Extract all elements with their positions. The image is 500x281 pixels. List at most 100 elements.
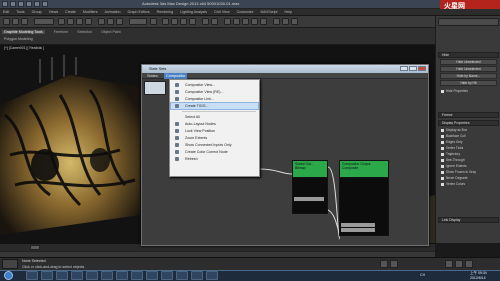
- menu-item-create-color-correct[interactable]: Create Color Correct Node: [171, 149, 258, 155]
- menu-animation[interactable]: Animation: [105, 9, 121, 16]
- menu-graph-editors[interactable]: Graph Editors: [128, 9, 150, 16]
- render-production-icon[interactable]: [291, 18, 298, 25]
- taskbar-media-icon[interactable]: [56, 271, 68, 280]
- maximize-icon[interactable]: [409, 66, 417, 71]
- viewport-label[interactable]: [+] [Camer001] [ Realistic ]: [4, 46, 44, 50]
- rendered-frame-window-icon[interactable]: [282, 18, 289, 25]
- checkbox-display-as-box[interactable]: Display as Box: [441, 128, 467, 132]
- redo-icon[interactable]: [42, 1, 48, 7]
- menu-item-compositor-link[interactable]: Compositor Link...: [171, 96, 258, 102]
- selection-filter-dropdown[interactable]: [34, 18, 54, 25]
- link-display-header[interactable]: Link Display: [438, 217, 499, 223]
- tab-selection[interactable]: Selection: [77, 30, 92, 34]
- menu-edit[interactable]: Edit: [3, 9, 9, 16]
- menu-item-auto-layout[interactable]: Auto-Layout Nodes: [171, 121, 258, 127]
- checkbox-edges-only[interactable]: Edges Only: [441, 140, 462, 144]
- snaps-toggle-icon[interactable]: [162, 18, 169, 25]
- taskbar-tool-icon[interactable]: [161, 271, 173, 280]
- menu-item-compositor-view[interactable]: Compositor View...: [171, 82, 258, 88]
- tab-freeform[interactable]: Freeform: [54, 30, 69, 34]
- pan-viewport-icon[interactable]: [455, 260, 463, 268]
- play-icon[interactable]: [380, 260, 388, 268]
- tab-object-paint[interactable]: Object Paint: [101, 30, 121, 34]
- freeze-rollout-header[interactable]: Freeze: [438, 112, 499, 118]
- taskbar-folder-icon[interactable]: [41, 271, 53, 280]
- menu-customize[interactable]: Customize: [237, 9, 254, 16]
- menu-group[interactable]: Group: [32, 9, 42, 16]
- taskbar-ie-icon[interactable]: [26, 271, 38, 280]
- taskbar-folder2-icon[interactable]: [176, 271, 188, 280]
- graphite-toggle-icon[interactable]: [233, 18, 240, 25]
- mirror-icon[interactable]: [202, 18, 209, 25]
- menu-lighting-analysis[interactable]: Lighting Analysis: [180, 9, 207, 16]
- menu-item-compositor-view-re[interactable]: Compositor View (RE)...: [171, 89, 258, 95]
- menu-views[interactable]: Views: [49, 9, 59, 16]
- orbit-viewport-icon[interactable]: [465, 260, 473, 268]
- checkbox-never-degrade[interactable]: Never Degrade: [441, 176, 468, 180]
- taskbar-app-icon[interactable]: [116, 271, 128, 280]
- command-panel-tabs[interactable]: [438, 18, 499, 26]
- open-file-icon[interactable]: [18, 1, 24, 7]
- time-slider-thumb[interactable]: [30, 245, 40, 250]
- select-object-icon[interactable]: [58, 18, 65, 25]
- taskbar-render-icon[interactable]: [191, 271, 203, 280]
- checkbox-show-frozen-in-gray[interactable]: Show Frozen in Gray: [441, 170, 476, 174]
- checkbox-ignore-extents[interactable]: Ignore Extents: [441, 164, 467, 168]
- menu-create[interactable]: Create: [65, 9, 76, 16]
- menu-maxscript[interactable]: MAXScript: [261, 9, 278, 16]
- pivot-center-icon[interactable]: [150, 18, 157, 25]
- clock-date[interactable]: 2012/6/14: [470, 276, 486, 280]
- minimize-icon[interactable]: [400, 66, 408, 71]
- menu-item-show-connected-inputs[interactable]: Show Connected Inputs Only: [171, 142, 258, 148]
- select-by-name-icon[interactable]: [67, 18, 74, 25]
- layer-manager-icon[interactable]: [224, 18, 231, 25]
- checkbox-trajectory[interactable]: Trajectory: [441, 152, 460, 156]
- menu-item-create-tigg[interactable]: Create TIGG...: [170, 102, 259, 110]
- hide-by-hit-button[interactable]: Hide by Hit: [440, 80, 497, 86]
- next-frame-icon[interactable]: [390, 260, 398, 268]
- menu-item-select-all[interactable]: Select All: [171, 114, 258, 120]
- checkbox-vertex-ticks[interactable]: Vertex Ticks: [441, 146, 463, 150]
- bind-space-warp-icon[interactable]: [21, 18, 28, 25]
- menu-modifiers[interactable]: Modifiers: [83, 9, 98, 16]
- scale-icon[interactable]: [116, 18, 123, 25]
- input-language[interactable]: CH: [420, 273, 425, 277]
- menu-tools[interactable]: Tools: [16, 9, 24, 16]
- curve-editor-icon[interactable]: [242, 18, 249, 25]
- undo-icon[interactable]: [34, 1, 40, 7]
- schematic-view-icon[interactable]: [251, 18, 258, 25]
- node-bitmap-output[interactable]: Slate# Out... Bitmap: [292, 160, 328, 214]
- tab-graphite-modeling-tools[interactable]: Graphite Modeling Tools: [2, 30, 45, 34]
- node-input-slot[interactable]: [294, 197, 324, 201]
- checkbox-backface-cull[interactable]: Backface Cull: [441, 134, 466, 138]
- material-editor-icon[interactable]: [260, 18, 267, 25]
- taskbar-photoshop-icon[interactable]: [71, 271, 83, 280]
- checkbox-vertex-colors[interactable]: Vertex Colors: [441, 182, 465, 186]
- taskbar-3dsmax-icon[interactable]: [101, 271, 113, 280]
- taskbar-aftereffects-icon[interactable]: [206, 271, 218, 280]
- menu-rendering[interactable]: Rendering: [157, 9, 174, 16]
- taskbar-word-icon[interactable]: [86, 271, 98, 280]
- polygon-modeling-panel[interactable]: Polygon Modeling: [4, 37, 33, 41]
- start-button-icon[interactable]: [4, 271, 13, 280]
- new-file-icon[interactable]: [10, 1, 16, 7]
- reference-coordinate-dropdown[interactable]: [129, 18, 147, 25]
- rotate-icon[interactable]: [107, 18, 114, 25]
- checkbox-see-through[interactable]: See-Through: [441, 158, 465, 162]
- menu-item-zoom-extents[interactable]: Zoom Extents: [171, 135, 258, 141]
- dialog-title-bar[interactable]: Slate Sets: [142, 65, 428, 73]
- taskbar-max-icon[interactable]: [146, 271, 158, 280]
- node-input-slot-1[interactable]: [341, 223, 375, 227]
- unlink-icon[interactable]: [12, 18, 19, 25]
- taskbar-chrome-icon[interactable]: [131, 271, 143, 280]
- display-properties-header[interactable]: Display Properties: [438, 120, 499, 126]
- hide-rollout-header[interactable]: Hide: [438, 52, 499, 58]
- zoom-viewport-icon[interactable]: [445, 260, 453, 268]
- node-compositor-output[interactable]: Compositor Output Composite: [339, 160, 389, 236]
- menu-help[interactable]: Help: [285, 9, 292, 16]
- angle-snap-icon[interactable]: [171, 18, 178, 25]
- align-icon[interactable]: [211, 18, 218, 25]
- move-icon[interactable]: [98, 18, 105, 25]
- maxscript-listener-icon[interactable]: [2, 259, 18, 269]
- menu-civil-view[interactable]: Civil View: [214, 9, 230, 16]
